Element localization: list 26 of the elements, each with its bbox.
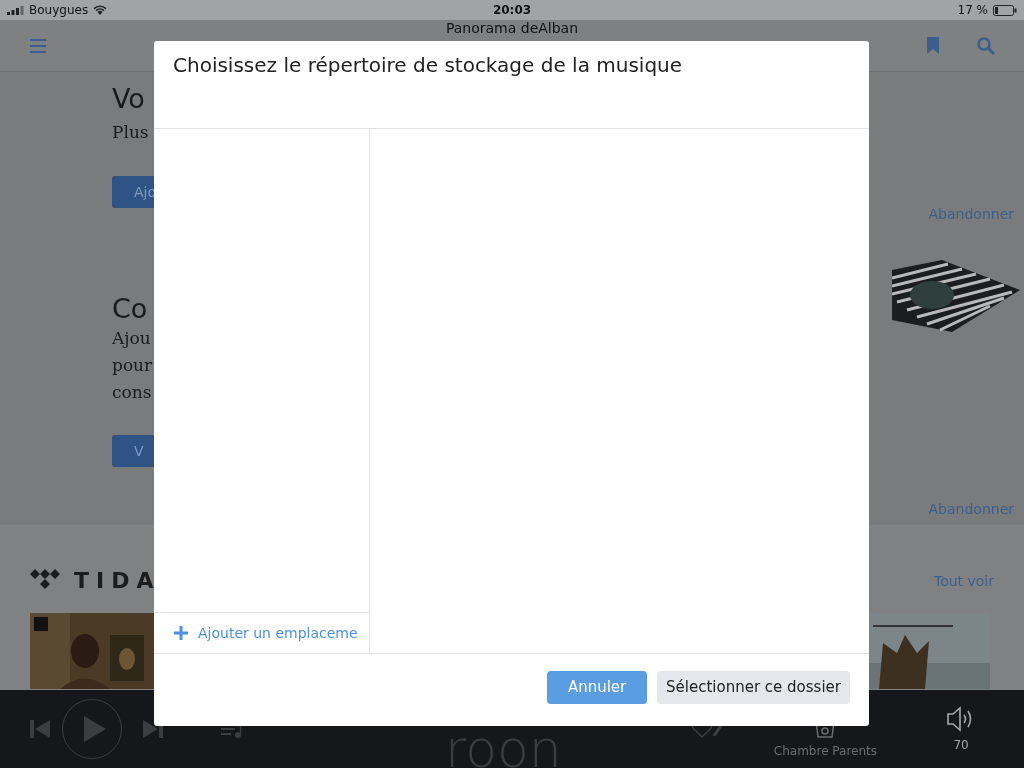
section-text: Ajou: [112, 327, 151, 350]
section-text: Plus: [112, 121, 149, 144]
signal-icon: [7, 5, 24, 15]
battery-icon: [993, 4, 1017, 16]
dismiss-link[interactable]: Abandonner: [928, 501, 1014, 517]
section-heading: Co: [112, 293, 148, 325]
see-all-link[interactable]: Tout voir: [933, 572, 994, 589]
section-button[interactable]: V: [112, 435, 154, 467]
section-text: pour: [112, 354, 153, 377]
cancel-button[interactable]: Annuler: [547, 670, 648, 704]
section-heading: Vo: [112, 83, 145, 115]
battery-percent: 17 %: [957, 3, 988, 17]
dialog-title: Choisissez le répertoire de stockage de la musique: [173, 53, 683, 77]
zone-name[interactable]: Chambre Parents: [773, 744, 877, 758]
play-icon: [83, 716, 106, 742]
section-heading: TIDA: [74, 568, 161, 593]
clock-time: 20:03: [492, 3, 532, 17]
section-text: cons: [112, 381, 152, 404]
add-location-button[interactable]: Ajouter un emplaceme: [154, 612, 369, 653]
dismiss-link[interactable]: Abandonner: [928, 206, 1014, 222]
volume-level: 70: [953, 738, 969, 752]
wifi-icon: [93, 5, 108, 15]
plus-icon: [174, 626, 188, 640]
select-folder-button[interactable]: Sélectionner ce dossier: [657, 670, 850, 704]
window-title: Panorama deAlban: [445, 20, 579, 36]
carrier-name: Bouygues: [29, 3, 89, 17]
